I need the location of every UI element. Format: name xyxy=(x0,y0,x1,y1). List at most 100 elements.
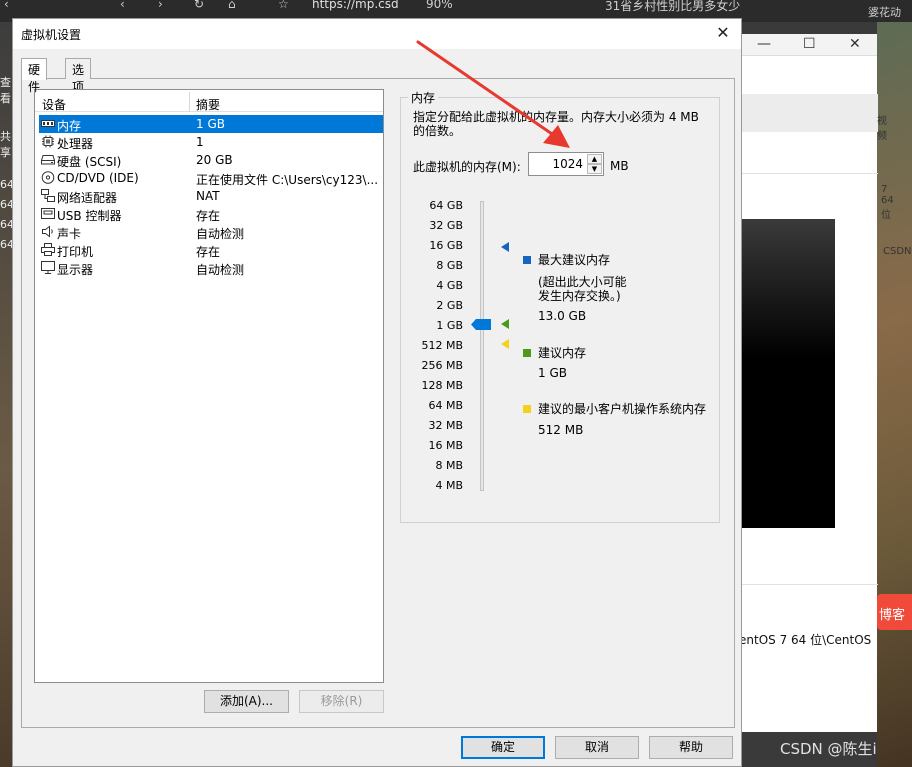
legend-recommended-value: 1 GB xyxy=(538,366,567,380)
device-summary: 1 GB xyxy=(196,117,225,131)
device-summary: 正在使用文件 C:\Users\cy123\... xyxy=(196,173,379,187)
browser-url: https://mp.csd xyxy=(312,0,399,11)
device-summary: NAT xyxy=(196,189,220,203)
legend-recommended-swatch xyxy=(523,349,531,357)
scale-tick: 4 GB xyxy=(436,279,463,292)
device-summary: 存在 xyxy=(196,209,221,223)
legend-max-note1: (超出此大小可能 xyxy=(538,275,627,289)
browser-right-text: 婆花动 xyxy=(868,6,901,19)
ok-button[interactable]: 确定 xyxy=(461,736,545,759)
stepper-down-icon[interactable]: ▼ xyxy=(587,164,602,174)
device-summary: 存在 xyxy=(196,245,221,259)
column-device[interactable]: 设备 xyxy=(42,96,66,113)
memory-scale: 64 GB 32 GB 16 GB 8 GB 4 GB 2 GB 1 GB 51… xyxy=(413,199,463,499)
device-name: 硬盘 (SCSI) xyxy=(57,155,122,169)
stepper-up-icon[interactable]: ▲ xyxy=(587,154,602,164)
device-row-memory[interactable]: 内存 1 GB xyxy=(39,115,383,133)
remove-device-button[interactable]: 移除(R) xyxy=(299,690,384,713)
legend-max-title: 最大建议内存 xyxy=(538,253,611,267)
bg-watermark-top: CSDN xyxy=(883,246,912,257)
device-row-cd-dvd[interactable]: CD/DVD (IDE) 正在使用文件 C:\Users\cy123\... xyxy=(39,169,383,187)
memory-slider-track[interactable] xyxy=(480,201,484,491)
device-list-header: 设备 摘要 xyxy=(35,90,383,112)
legend-max-value: 13.0 GB xyxy=(538,309,587,323)
device-name: 处理器 xyxy=(57,137,94,151)
memory-size-value[interactable]: 1024 xyxy=(552,157,583,171)
browser-nav-forward-icon: › xyxy=(158,0,163,11)
close-icon[interactable]: ✕ xyxy=(713,23,733,43)
memory-size-label: 此虚拟机的内存(M): xyxy=(413,160,521,174)
add-device-button[interactable]: 添加(A)... xyxy=(204,690,289,713)
device-name: CD/DVD (IDE) xyxy=(57,171,139,185)
cancel-button[interactable]: 取消 xyxy=(555,736,639,759)
legend-min-swatch xyxy=(523,405,531,413)
column-summary[interactable]: 摘要 xyxy=(196,96,220,113)
browser-refresh-icon: ↻ xyxy=(194,0,205,11)
scale-tick: 64 MB xyxy=(428,399,463,412)
bg-note: 7 64 位 xyxy=(881,184,894,221)
usb-controller-icon xyxy=(41,208,55,219)
browser-tab-text: 31省乡村性别比男多女少 xyxy=(605,0,741,13)
device-row-processor[interactable]: 处理器 1 xyxy=(39,133,383,151)
bg-toolbar-label: 视频 xyxy=(877,116,887,142)
dialog-title: 虚拟机设置 xyxy=(21,28,82,42)
scale-tick: 8 MB xyxy=(435,459,463,472)
scale-tick: 128 MB xyxy=(421,379,463,392)
tab-options[interactable]: 选项 xyxy=(65,58,92,94)
device-row-display[interactable]: 显示器 自动检测 xyxy=(39,259,383,277)
device-list[interactable]: 设备 摘要 内存 1 GB 处理器 1 硬盘 (SCSI) 20 GB CD/D… xyxy=(34,89,384,683)
left-text-1: 查看 xyxy=(0,76,11,105)
device-summary: 1 xyxy=(196,135,204,149)
dialog-titlebar: 虚拟机设置 ✕ xyxy=(13,19,741,49)
scale-tick: 32 MB xyxy=(428,419,463,432)
network-adapter-icon xyxy=(41,189,55,202)
bg-divider xyxy=(741,173,878,174)
device-name: 网络适配器 xyxy=(57,191,118,205)
tab-hardware[interactable]: 硬件 xyxy=(21,58,48,94)
browser-nav-back-icon: ‹ xyxy=(120,0,125,11)
legend-recommended-title: 建议内存 xyxy=(538,346,587,360)
background-left-strip: 查看 共享 64 64 64 64 xyxy=(0,22,14,767)
device-row-sound-card[interactable]: 声卡 自动检测 xyxy=(39,223,383,241)
memory-slider-thumb[interactable] xyxy=(471,319,491,330)
device-summary: 自动检测 xyxy=(196,263,245,277)
bg-os-text: entOS 7 64 位\CentOS xyxy=(739,633,872,647)
device-summary: 20 GB xyxy=(196,153,233,167)
memory-group-title: 内存 xyxy=(408,89,439,106)
recommended-marker xyxy=(501,319,509,329)
memory-size-stepper[interactable]: 1024 ▲ ▼ xyxy=(528,152,604,176)
scale-tick: 16 GB xyxy=(429,239,463,252)
scale-tick: 256 MB xyxy=(421,359,463,372)
device-row-network-adapter[interactable]: 网络适配器 NAT xyxy=(39,187,383,205)
memory-unit: MB xyxy=(610,159,629,173)
bg-divider-2 xyxy=(741,584,878,585)
printer-icon xyxy=(41,243,55,256)
browser-home-icon: ⌂ xyxy=(228,0,236,11)
min-recommended-marker xyxy=(501,339,509,349)
browser-back-icon: ‹ xyxy=(4,0,9,11)
csdn-blog-button[interactable]: 博客 xyxy=(877,594,912,630)
device-row-printer[interactable]: 打印机 存在 xyxy=(39,241,383,259)
sound-card-icon xyxy=(42,225,53,238)
scale-tick: 16 MB xyxy=(428,439,463,452)
vm-settings-dialog: 虚拟机设置 ✕ 硬件 选项 设备 摘要 内存 1 GB 处理器 1 硬盘 (SC… xyxy=(12,18,742,767)
device-name: 打印机 xyxy=(57,245,94,259)
help-button[interactable]: 帮助 xyxy=(649,736,733,759)
csdn-watermark: CSDN @陈生i xyxy=(780,740,877,758)
device-summary: 自动检测 xyxy=(196,227,245,241)
device-row-usb-controller[interactable]: USB 控制器 存在 xyxy=(39,205,383,223)
device-name: 显示器 xyxy=(57,263,94,277)
column-separator[interactable] xyxy=(189,92,190,112)
scale-tick: 2 GB xyxy=(436,299,463,312)
scale-tick: 4 MB xyxy=(435,479,463,492)
memory-description: 指定分配给此虚拟机的内存量。内存大小必须为 4 MB 的倍数。 xyxy=(413,110,699,138)
background-vmware-window: — ☐ ✕ 视频 7 64 位 CSDN entOS 7 64 位\CentOS xyxy=(739,34,912,732)
device-row-hard-disk[interactable]: 硬盘 (SCSI) 20 GB xyxy=(39,151,383,169)
hard-disk-icon xyxy=(41,155,55,165)
device-name: 内存 xyxy=(57,119,82,133)
scale-tick: 1 GB xyxy=(436,319,463,332)
bg-maximize-icon: ☐ xyxy=(803,36,816,52)
legend-min-value: 512 MB xyxy=(538,423,584,437)
device-name: USB 控制器 xyxy=(57,209,122,223)
bg-toolbar xyxy=(741,94,878,132)
